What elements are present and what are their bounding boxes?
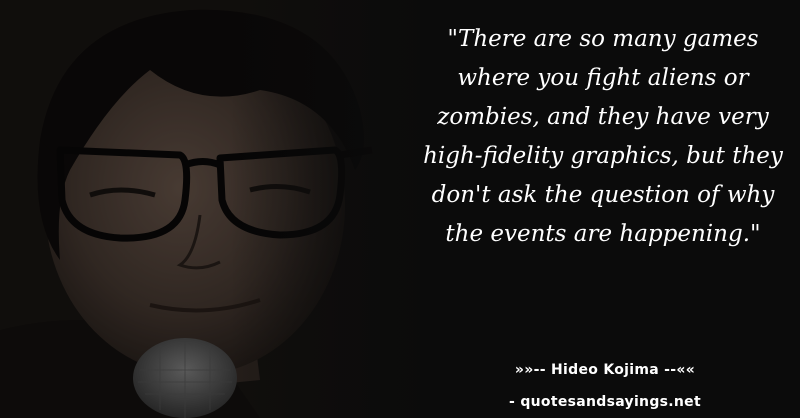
quote-panel: "There are so many games where you fight… <box>410 0 800 418</box>
quote-source: - quotesandsayings.net <box>509 394 701 410</box>
quote-author: »»-- Hideo Kojima --«« <box>514 362 696 378</box>
quote-text: "There are so many games where you fight… <box>423 26 783 247</box>
